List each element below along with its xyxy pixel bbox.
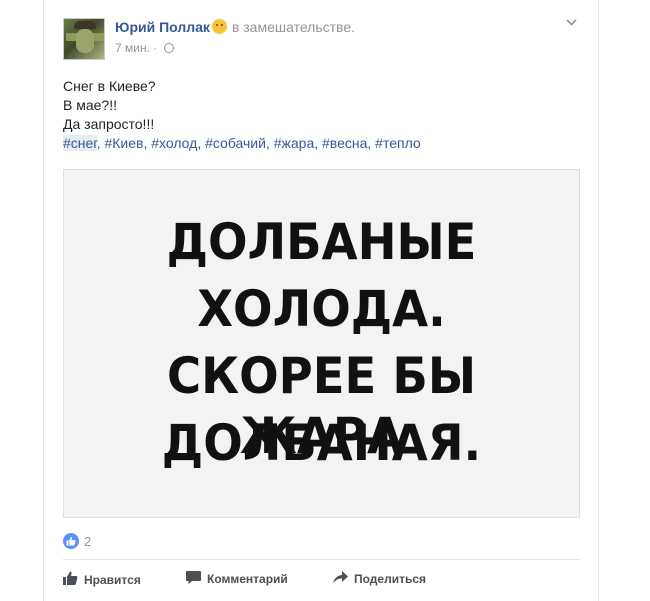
- comment-icon: [186, 571, 207, 587]
- image-text-line: ХОЛОДА.: [197, 280, 446, 338]
- chevron-down-icon[interactable]: [566, 19, 577, 29]
- share-arrow-icon: [333, 571, 354, 587]
- share-label: Поделиться: [354, 572, 427, 586]
- post-text-line: В мае?!!: [63, 97, 117, 113]
- post-timestamp[interactable]: 7 мин.: [115, 41, 150, 55]
- post-image[interactable]: ДОЛБАНЫЕ ХОЛОДА. СКОРЕЕ БЫ ЖАРА ДОЛБАНАЯ…: [63, 169, 580, 518]
- author-avatar[interactable]: [63, 18, 105, 60]
- like-label: Нравится: [84, 572, 141, 587]
- post-card: Юрий Поллак в замешательстве. 7 мин. · Сн…: [43, 0, 599, 601]
- like-button[interactable]: Нравится: [63, 571, 141, 588]
- actions-divider: [63, 559, 580, 560]
- globe-icon[interactable]: [163, 43, 174, 53]
- hashtag-links[interactable]: , #Киев, #холод, #собачий, #жара, #весна…: [97, 135, 421, 151]
- image-text-line: ДОЛБАНАЯ.: [161, 414, 482, 472]
- like-reaction-icon: [63, 533, 79, 549]
- post-text: Снег в Киеве? В мае?!! Да запросто!!! #с…: [63, 77, 421, 153]
- meta-separator: ·: [153, 41, 158, 55]
- hashtags: #снег, #Киев, #холод, #собачий, #жара, #…: [63, 134, 421, 153]
- reactions-summary[interactable]: 2: [63, 533, 91, 549]
- feeling-text: в замешательстве.: [231, 19, 355, 35]
- author-name[interactable]: Юрий Поллак: [115, 19, 210, 35]
- comment-label: Комментарий: [207, 572, 288, 586]
- hashtag-link[interactable]: #снег: [63, 135, 97, 151]
- thumbs-up-icon: [63, 571, 84, 588]
- comment-button[interactable]: Комментарий: [186, 571, 288, 587]
- post-text-line: Да запросто!!!: [63, 116, 155, 132]
- post-text-line: Снег в Киеве?: [63, 78, 156, 94]
- post-meta: 7 мин. ·: [115, 41, 174, 55]
- reactions-count: 2: [84, 533, 92, 549]
- confused-emoji-icon: [211, 19, 227, 34]
- image-text-line: ДОЛБАНЫЕ: [166, 213, 477, 271]
- post-header: Юрий Поллак в замешательстве.: [115, 19, 355, 35]
- share-button[interactable]: Поделиться: [333, 571, 426, 587]
